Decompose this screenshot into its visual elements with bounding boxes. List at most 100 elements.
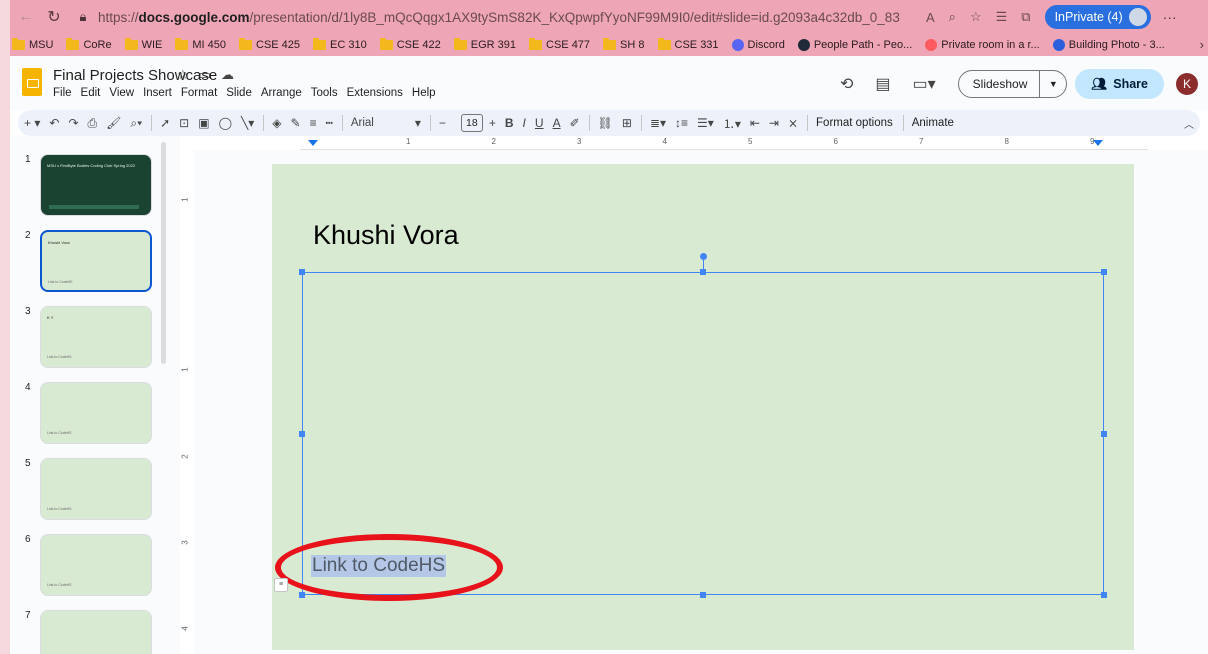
zoom-icon[interactable]: ⌕▾ [130, 116, 142, 131]
read-aloud-icon[interactable]: A [926, 10, 935, 25]
slideshow-dropdown-icon[interactable]: ▼ [1040, 79, 1066, 89]
bookmark-discord[interactable]: Discord [731, 39, 785, 51]
vertical-ruler[interactable]: 1 1 2 3 4 [180, 150, 194, 654]
slide-thumbnail[interactable]: MSU x FirstByte Bodies Coding Club Sprin… [40, 154, 152, 216]
meet-icon[interactable]: ▭▾ [913, 74, 936, 94]
reload-icon[interactable]: ↻ [40, 7, 68, 27]
underline-icon[interactable]: U [535, 116, 544, 130]
resize-handle[interactable] [1101, 430, 1107, 437]
increase-font-icon[interactable]: + [489, 116, 496, 130]
slideshow-button[interactable]: Slideshow ▼ [957, 70, 1068, 98]
bookmark-building-photo-3[interactable]: Building Photo - 3... [1052, 39, 1165, 51]
bookmark-ec-310[interactable]: EC 310 [313, 38, 367, 51]
undo-icon[interactable]: ↶ [49, 116, 59, 130]
slide-thumbnail[interactable] [40, 610, 152, 654]
resize-handle[interactable] [1101, 592, 1107, 598]
bookmark-core[interactable]: CoRe [66, 38, 112, 51]
text-color-icon[interactable]: A [553, 116, 561, 130]
bulleted-list-icon[interactable]: ☰▾ [697, 116, 714, 130]
slide-thumbnail-row[interactable]: 7 [10, 610, 170, 654]
bookmark-cse-331[interactable]: CSE 331 [657, 38, 719, 51]
format-options-button[interactable]: Format options [816, 117, 893, 129]
slide-thumbnail[interactable]: K Y Link to CodeHS [40, 306, 152, 368]
italic-icon[interactable]: I [523, 116, 526, 130]
bold-icon[interactable]: B [505, 116, 514, 130]
slides-logo-icon[interactable] [22, 68, 42, 96]
font-size-input[interactable]: 18 [460, 114, 483, 132]
slide-thumbnail-row[interactable]: 2 Khushi Vora Link to CodeHS [10, 230, 170, 298]
rotation-handle[interactable] [700, 253, 707, 260]
border-dash-icon[interactable]: ┅ [326, 116, 333, 130]
bookmark-cse-425[interactable]: CSE 425 [239, 38, 300, 51]
favorite-icon[interactable]: ☆ [970, 9, 982, 25]
star-icon[interactable]: ☆ [177, 67, 189, 83]
share-button[interactable]: 👥︎ Share [1075, 69, 1164, 99]
cloud-status-icon[interactable]: ☁ [221, 67, 234, 83]
align-icon[interactable]: ≣▾ [650, 116, 666, 130]
comment-icon[interactable]: ⊞ [622, 116, 632, 130]
menu-extensions[interactable]: Extensions [347, 87, 403, 99]
redo-icon[interactable]: ↷ [68, 116, 78, 130]
bookmark-mi-450[interactable]: MI 450 [175, 38, 226, 51]
menu-format[interactable]: Format [181, 87, 217, 99]
menu-view[interactable]: View [109, 87, 134, 99]
slide-thumbnail[interactable]: Link to CodeHS [40, 382, 152, 444]
user-avatar[interactable]: K [1176, 73, 1198, 95]
favorites-list-icon[interactable]: ☰ [996, 9, 1008, 25]
fill-color-icon[interactable]: ◈ [272, 116, 281, 130]
bookmark-people-path-peo[interactable]: People Path - Peo... [797, 39, 912, 51]
menu-file[interactable]: File [53, 87, 72, 99]
border-color-icon[interactable]: ✎ [291, 116, 301, 130]
slide-title[interactable]: Khushi Vora [313, 220, 459, 251]
resize-handle[interactable] [700, 269, 706, 275]
slide-thumbnail[interactable]: Khushi Vora Link to CodeHS [40, 230, 152, 292]
zoom-icon[interactable]: ⌕ [949, 9, 956, 25]
bookmarks-overflow-icon[interactable]: › [1200, 37, 1204, 52]
bookmark-msu[interactable]: MSU [12, 38, 53, 51]
speaker-notes-toggle-icon[interactable]: ≡ [274, 578, 288, 592]
inprivate-button[interactable]: InPrivate (4) [1044, 5, 1151, 29]
menu-edit[interactable]: Edit [81, 87, 101, 99]
bookmark-cse-477[interactable]: CSE 477 [529, 38, 590, 51]
line-spacing-icon[interactable]: ↕≡ [675, 116, 688, 130]
menu-arrange[interactable]: Arrange [261, 87, 302, 99]
border-weight-icon[interactable]: ≡ [310, 116, 317, 130]
move-folder-icon[interactable]: ▭ [199, 67, 211, 83]
resize-handle[interactable] [1101, 269, 1107, 275]
font-dropdown-icon[interactable]: ▾ [415, 116, 421, 130]
numbered-list-icon[interactable]: ⒈▾ [723, 115, 741, 132]
increase-indent-icon[interactable]: ⇥ [769, 116, 779, 130]
bookmark-cse-422[interactable]: CSE 422 [379, 38, 441, 51]
slide-thumbnail[interactable]: Link to CodeHS [40, 458, 152, 520]
link-icon[interactable]: ⛓ [598, 116, 613, 130]
clear-formatting-icon[interactable]: ⨯ [788, 116, 798, 130]
back-arrow-icon[interactable]: ← [12, 8, 40, 26]
text-box-icon[interactable]: ⊡ [179, 116, 189, 130]
slide-thumbnail-row[interactable]: 5 Link to CodeHS [10, 458, 170, 526]
url-field[interactable]: 🔒︎ https://docs.google.com/presentation/… [74, 4, 926, 30]
version-history-icon[interactable]: ⟲ [840, 74, 853, 94]
slide-thumbnail-row[interactable]: 4 Link to CodeHS [10, 382, 170, 450]
resize-handle[interactable] [299, 430, 305, 437]
comments-icon[interactable]: ▤ [875, 74, 890, 94]
slide-thumbnail-row[interactable]: 3 K Y Link to CodeHS [10, 306, 170, 374]
line-icon[interactable]: ╲▾ [241, 116, 254, 130]
menu-tools[interactable]: Tools [311, 87, 338, 99]
right-indent-marker[interactable] [1093, 140, 1103, 146]
bookmark-wie[interactable]: WIE [124, 38, 162, 51]
more-options-icon[interactable]: ··· [1163, 9, 1177, 25]
menu-help[interactable]: Help [412, 87, 436, 99]
menu-insert[interactable]: Insert [143, 87, 172, 99]
resize-handle[interactable] [700, 592, 706, 598]
slide-thumbnail[interactable]: Link to CodeHS [40, 534, 152, 596]
shape-icon[interactable]: ◯ [219, 116, 232, 130]
horizontal-ruler[interactable]: 123456789 [300, 136, 1148, 150]
collapse-toolbar-icon[interactable]: ︿ [1184, 116, 1194, 131]
resize-handle[interactable] [299, 269, 305, 275]
image-icon[interactable]: ▣ [198, 116, 209, 130]
new-slide-icon[interactable]: + ▾ [24, 116, 40, 130]
paint-format-icon[interactable]: 🖌︎ [106, 116, 121, 130]
bookmark-sh-8[interactable]: SH 8 [603, 38, 645, 51]
bookmark-egr-391[interactable]: EGR 391 [453, 38, 516, 51]
decrease-font-icon[interactable]: − [439, 116, 446, 130]
